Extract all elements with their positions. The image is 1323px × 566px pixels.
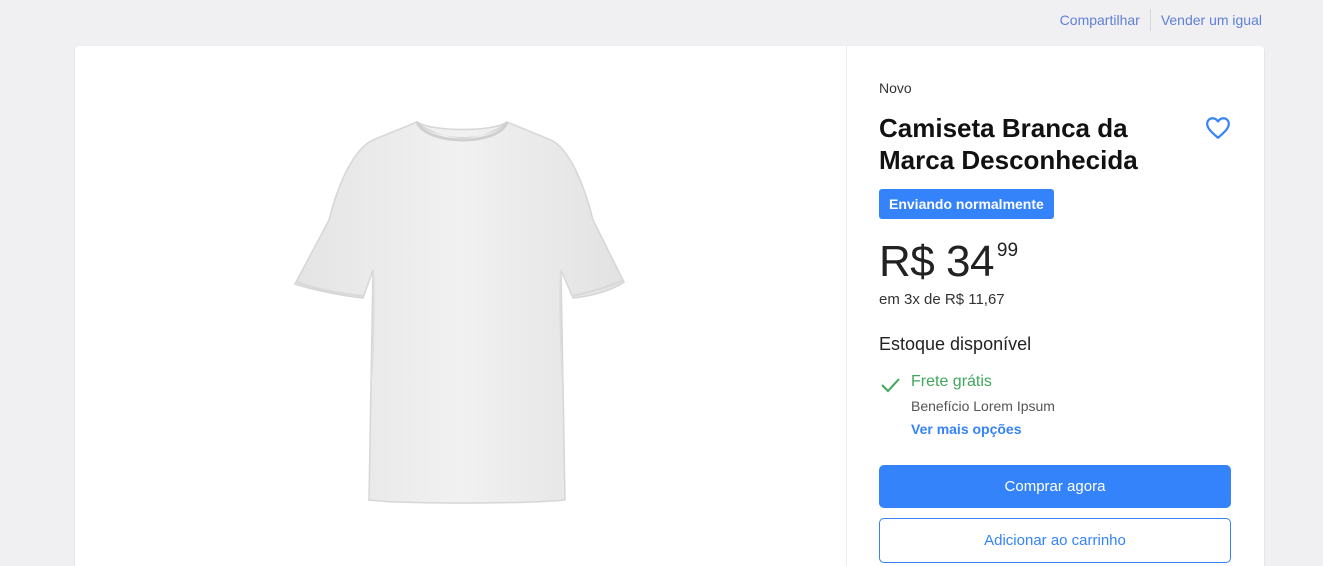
shipping-status-badge: Enviando normalmente [879,189,1054,219]
sell-similar-link[interactable]: Vender um igual [1161,9,1262,31]
more-shipping-options-link[interactable]: Ver mais opções [911,421,1022,437]
product-title: Camiseta Branca da Marca Desconhecida [879,113,1138,175]
price-main: R$ 34 [879,237,994,286]
heart-outline-icon[interactable] [1205,116,1231,140]
free-shipping-label: Frete grátis [911,373,992,390]
product-condition: Novo [879,80,912,96]
price: R$ 34 99 [879,234,1018,290]
stock-status: Estoque disponível [879,334,1032,354]
shipping-benefit: Benefício Lorem Ipsum [911,398,1055,414]
installments-text: em 3x de R$ 11,67 [879,291,1005,308]
header-links: Compartilhar Vender um igual [1060,9,1262,31]
add-to-cart-button[interactable]: Adicionar ao carrinho [879,518,1231,563]
product-image[interactable] [293,120,629,506]
divider [1149,9,1151,31]
check-icon [881,378,900,393]
price-cents: 99 [996,240,1019,261]
buy-now-button[interactable]: Comprar agora [879,465,1231,508]
product-card: Novo Camiseta Branca da Marca Desconheci… [75,46,1264,566]
product-gallery [75,46,847,566]
share-link[interactable]: Compartilhar [1060,9,1140,31]
product-info: Novo Camiseta Branca da Marca Desconheci… [847,46,1264,566]
